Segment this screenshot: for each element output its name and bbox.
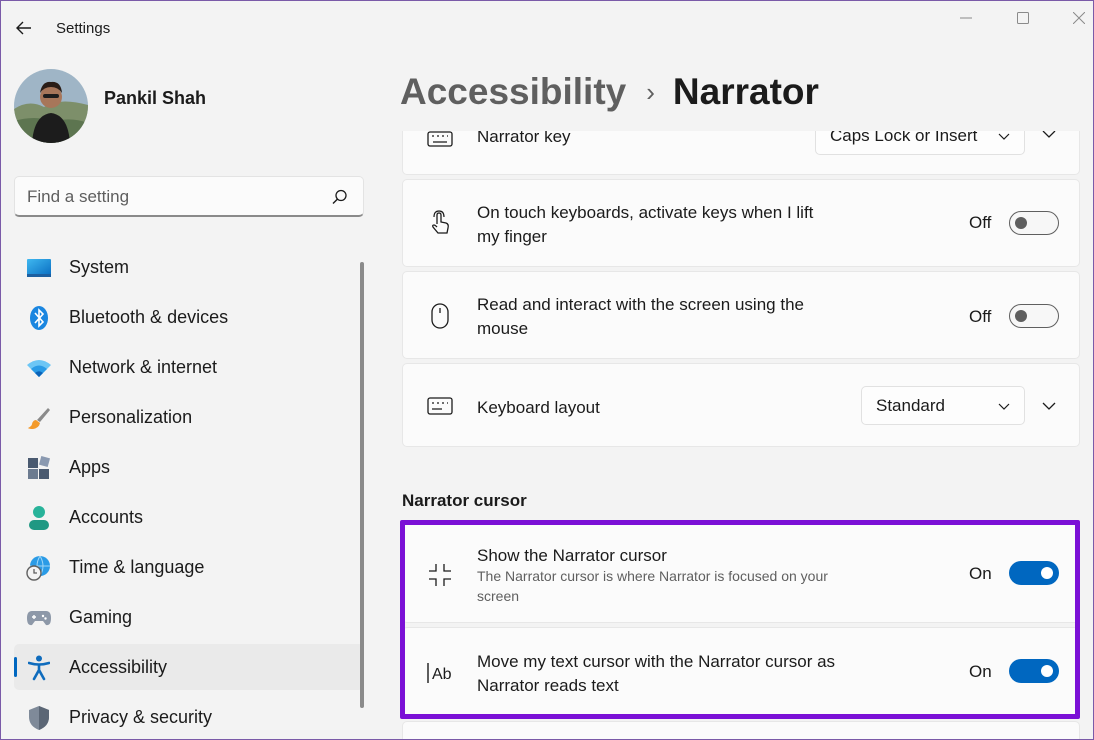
sidebar-item-bluetooth[interactable]: Bluetooth & devices bbox=[14, 294, 364, 340]
touch-keyboards-title: On touch keyboards, activate keys when I… bbox=[477, 203, 814, 246]
next-setting-card bbox=[402, 721, 1080, 739]
avatar[interactable] bbox=[14, 69, 88, 143]
toggle-knob bbox=[1015, 310, 1027, 322]
narrator-key-value: Caps Lock or Insert bbox=[830, 131, 978, 145]
sidebar-item-label: Apps bbox=[69, 456, 111, 477]
touch-keyboards-toggle[interactable] bbox=[1009, 211, 1059, 235]
shield-icon bbox=[26, 705, 52, 731]
keyboard-icon bbox=[425, 131, 455, 154]
svg-text:Ab: Ab bbox=[432, 666, 452, 683]
keyboard-layout-icon bbox=[425, 391, 455, 421]
narrator-key-card: Narrator key Caps Lock or Insert bbox=[402, 131, 1080, 175]
sidebar-item-accessibility[interactable]: Accessibility bbox=[14, 644, 364, 690]
narrator-key-title: Narrator key bbox=[477, 131, 571, 146]
mouse-icon bbox=[425, 301, 455, 331]
page-title: Narrator bbox=[672, 71, 819, 112]
move-text-cursor-title: Move my text cursor with the Narrator cu… bbox=[477, 652, 836, 695]
accessibility-icon bbox=[26, 655, 52, 681]
apps-icon bbox=[26, 455, 52, 481]
sidebar-item-label: Time & language bbox=[69, 556, 205, 577]
sidebar-item-privacy-security[interactable]: Privacy & security bbox=[14, 694, 364, 739]
move-text-cursor-card: Ab Move my text cursor with the Narrator… bbox=[402, 627, 1080, 717]
sidebar-item-label: Personalization bbox=[69, 406, 193, 427]
keyboard-layout-dropdown[interactable]: Standard bbox=[861, 386, 1025, 425]
sidebar-item-time-language[interactable]: Time & language bbox=[14, 544, 364, 590]
show-narrator-cursor-title: Show the Narrator cursor bbox=[477, 546, 667, 565]
expand-chevron-icon[interactable] bbox=[1041, 398, 1057, 414]
narrator-key-dropdown[interactable]: Caps Lock or Insert bbox=[815, 131, 1025, 155]
toggle-knob bbox=[1041, 567, 1053, 579]
close-button[interactable] bbox=[1059, 5, 1093, 31]
touch-keyboards-card: On touch keyboards, activate keys when I… bbox=[402, 179, 1080, 267]
mouse-card: Read and interact with the screen using … bbox=[402, 271, 1080, 359]
keyboard-layout-title: Keyboard layout bbox=[477, 398, 600, 417]
globe-clock-icon bbox=[26, 555, 52, 581]
person-icon bbox=[26, 505, 52, 531]
sidebar-item-network[interactable]: Network & internet bbox=[14, 344, 364, 390]
maximize-icon bbox=[1017, 12, 1029, 24]
maximize-button[interactable] bbox=[1003, 5, 1043, 31]
search-box[interactable] bbox=[14, 176, 364, 217]
sidebar-item-apps[interactable]: Apps bbox=[14, 444, 364, 490]
toggle-knob bbox=[1015, 217, 1027, 229]
narrator-cursor-heading: Narrator cursor bbox=[402, 491, 527, 510]
settings-content: Narrator key Caps Lock or Insert On touc… bbox=[402, 131, 1080, 739]
sidebar-item-accounts[interactable]: Accounts bbox=[14, 494, 364, 540]
back-arrow-icon bbox=[16, 21, 31, 35]
active-indicator bbox=[14, 657, 17, 677]
toggle-knob bbox=[1041, 665, 1053, 677]
chevron-down-icon bbox=[998, 133, 1010, 140]
breadcrumb-separator: › bbox=[646, 76, 655, 107]
text-cursor-icon: Ab bbox=[425, 658, 455, 688]
mouse-toggle[interactable] bbox=[1009, 304, 1059, 328]
sidebar-item-personalization[interactable]: Personalization bbox=[14, 394, 364, 440]
user-name: Pankil Shah bbox=[104, 88, 207, 108]
sidebar-item-system[interactable]: System bbox=[14, 244, 364, 290]
breadcrumb-parent[interactable]: Accessibility bbox=[400, 71, 626, 113]
sidebar-item-label: Bluetooth & devices bbox=[69, 306, 229, 327]
gamepad-icon bbox=[26, 605, 52, 631]
show-narrator-cursor-state: On bbox=[969, 564, 992, 583]
show-narrator-cursor-toggle[interactable] bbox=[1009, 561, 1059, 585]
sidebar-item-label: Accessibility bbox=[69, 656, 168, 677]
sidebar-item-label: Privacy & security bbox=[69, 706, 213, 727]
expand-chevron-icon[interactable] bbox=[1041, 131, 1057, 142]
minimize-icon bbox=[960, 17, 972, 19]
move-text-cursor-state: On bbox=[969, 662, 992, 681]
bluetooth-icon bbox=[26, 305, 52, 331]
title-bar: Settings bbox=[1, 1, 1093, 57]
brush-icon bbox=[26, 405, 52, 431]
show-narrator-cursor-card: Show the Narrator cursor The Narrator cu… bbox=[402, 523, 1080, 623]
sidebar-item-label: Network & internet bbox=[69, 356, 218, 377]
mouse-state: Off bbox=[969, 307, 992, 326]
sidebar-item-label: Gaming bbox=[69, 606, 133, 627]
app-title: Settings bbox=[56, 20, 111, 37]
keyboard-layout-value: Standard bbox=[876, 396, 945, 415]
minimize-button[interactable] bbox=[946, 5, 986, 31]
chevron-down-icon bbox=[998, 403, 1010, 410]
breadcrumb: Accessibility › Narrator bbox=[400, 71, 819, 113]
sidebar-item-label: Accounts bbox=[69, 506, 144, 527]
close-icon bbox=[1073, 12, 1085, 24]
wifi-icon bbox=[26, 355, 52, 381]
back-button[interactable] bbox=[9, 13, 39, 43]
touch-keyboards-state: Off bbox=[969, 213, 992, 232]
settings-window: Settings Pankil Shah Find a setting Syst… bbox=[0, 0, 1094, 740]
search-input[interactable] bbox=[27, 185, 317, 209]
sidebar-nav: System Bluetooth & devices Network & int… bbox=[14, 244, 364, 739]
sidebar-item-label: System bbox=[69, 256, 130, 277]
touch-icon bbox=[425, 208, 455, 238]
monitor-icon bbox=[26, 255, 52, 281]
show-narrator-cursor-subtitle: The Narrator cursor is where Narrator is… bbox=[477, 568, 828, 604]
mouse-title: Read and interact with the screen using … bbox=[477, 295, 804, 338]
move-text-cursor-toggle[interactable] bbox=[1009, 659, 1059, 683]
keyboard-layout-card: Keyboard layout Standard bbox=[402, 363, 1080, 447]
sidebar-item-gaming[interactable]: Gaming bbox=[14, 594, 364, 640]
focus-frame-icon bbox=[425, 560, 455, 590]
sidebar-scrollbar[interactable] bbox=[360, 262, 364, 708]
search-icon[interactable] bbox=[331, 188, 349, 206]
